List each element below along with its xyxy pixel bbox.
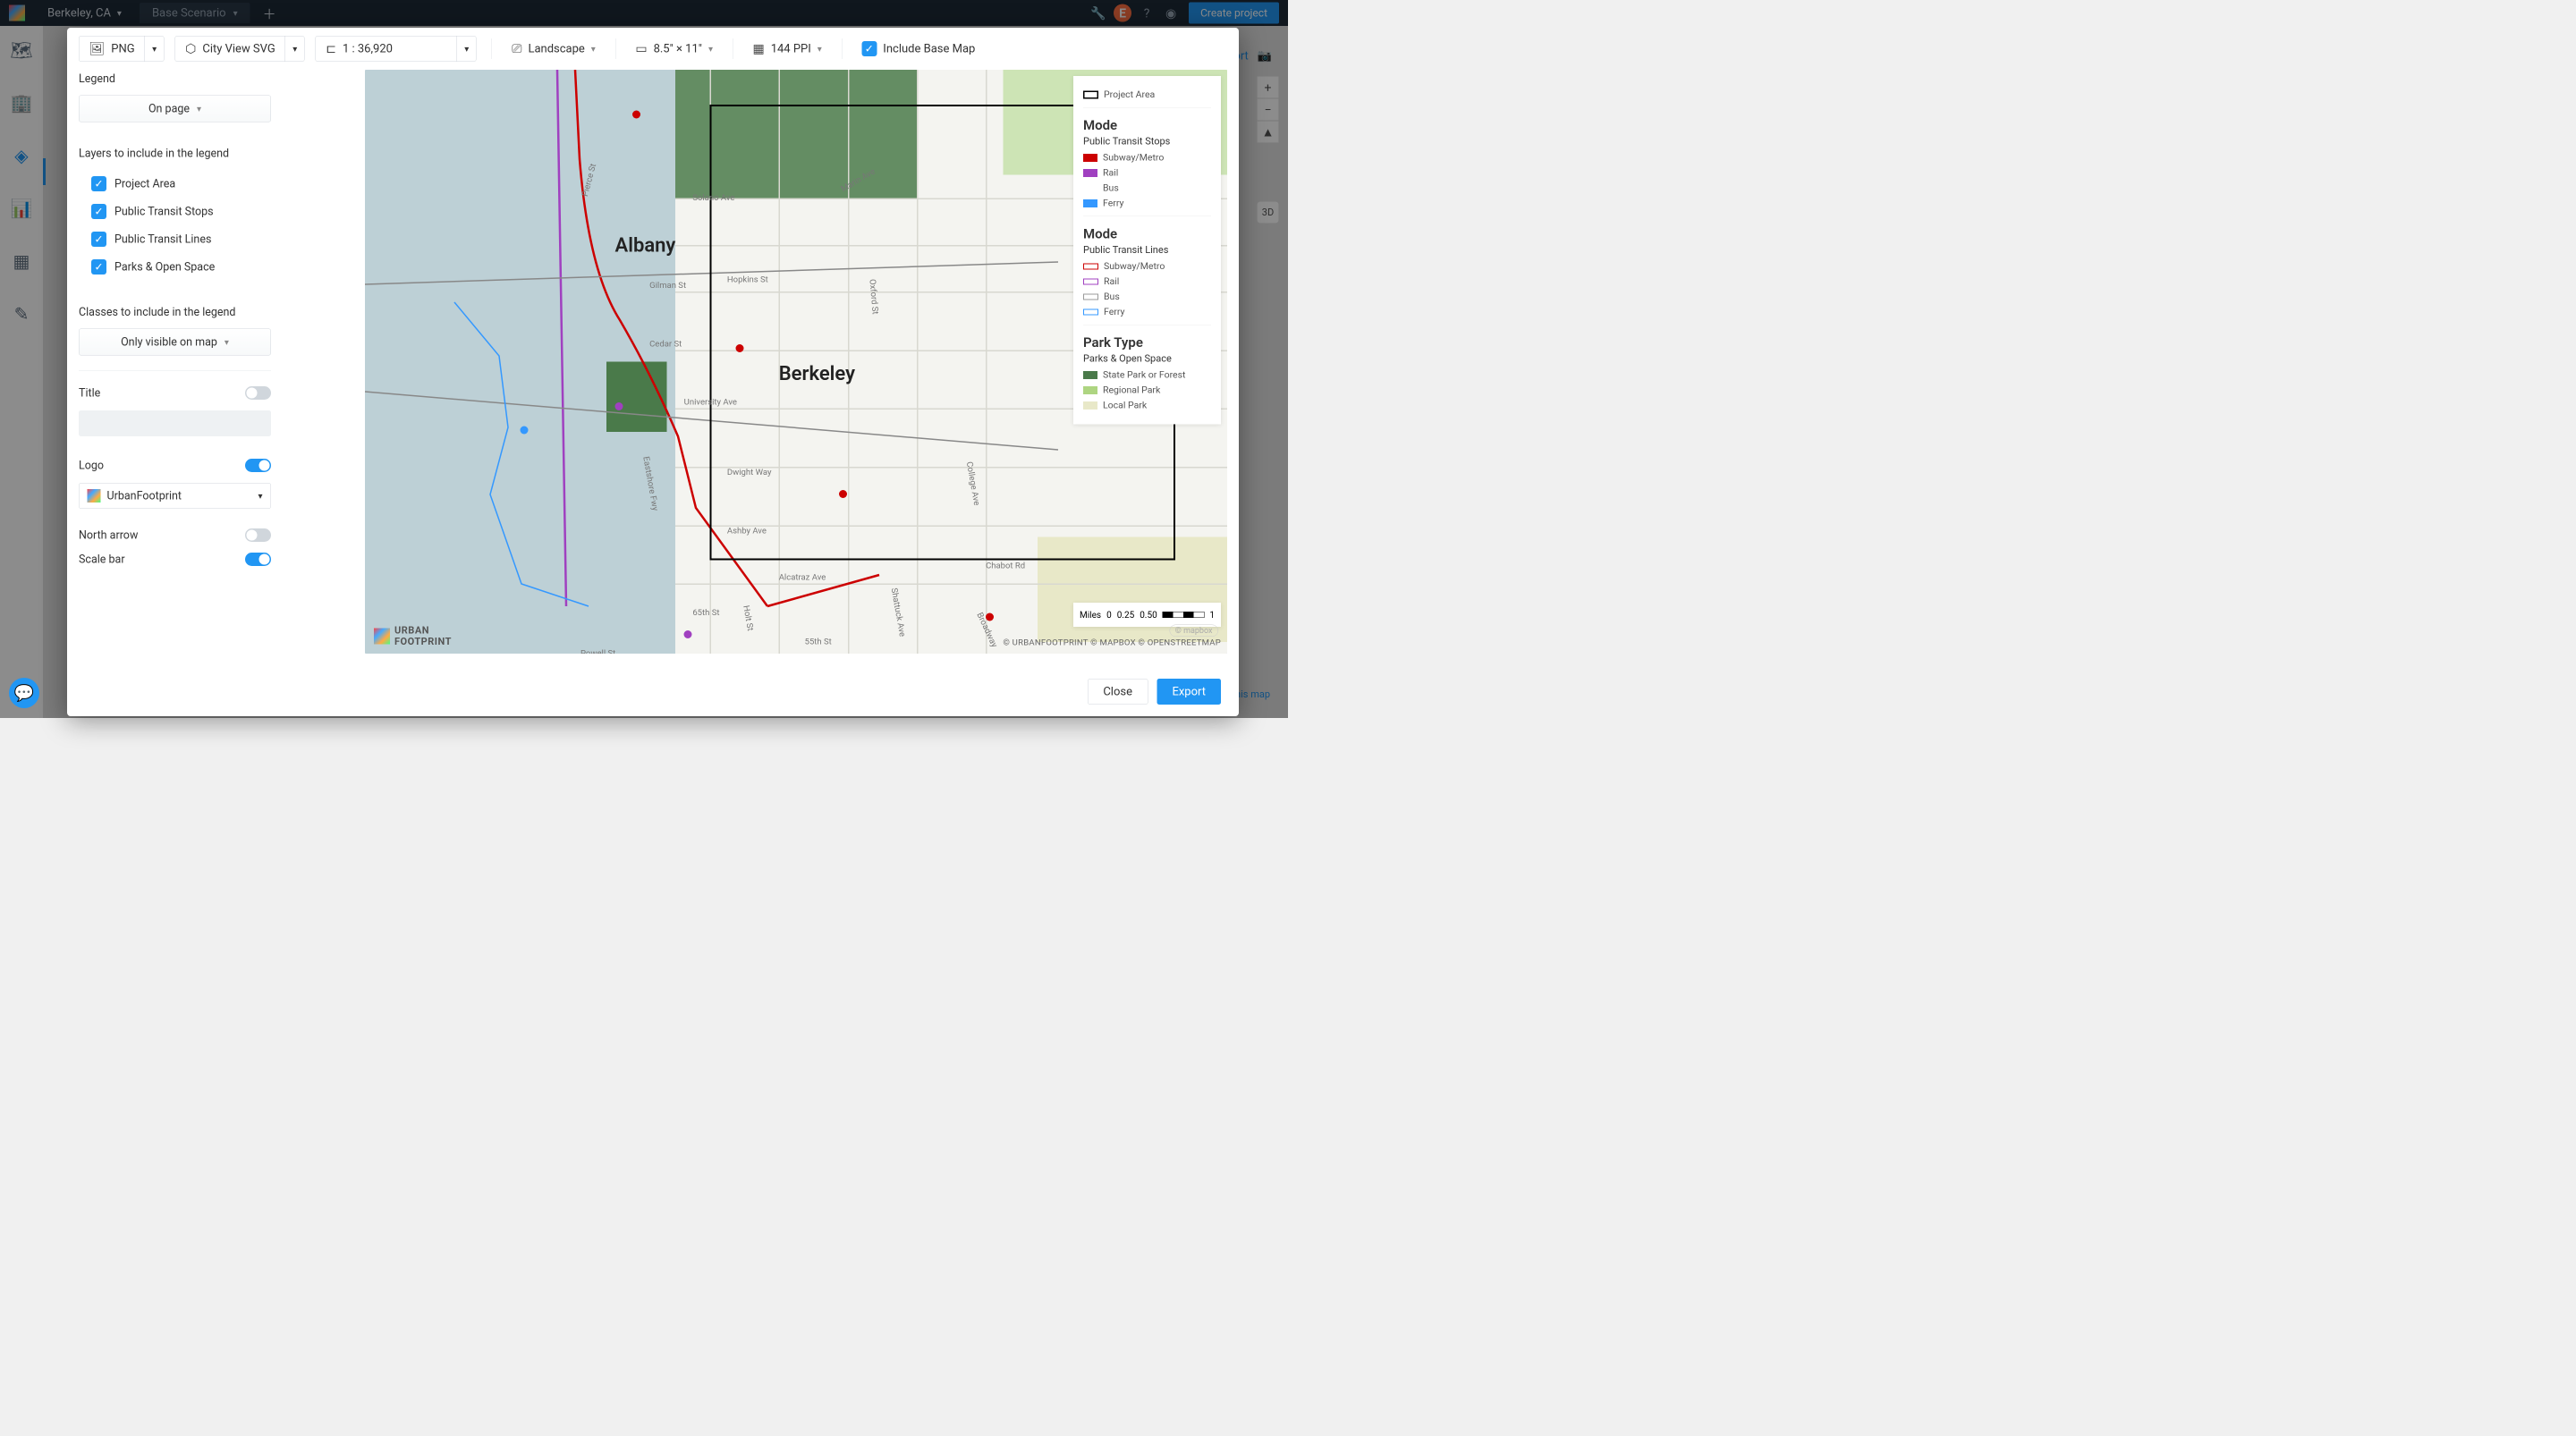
format-select[interactable]: 🖼 PNG ▾ bbox=[79, 36, 165, 62]
filter-icon: ⊏ bbox=[326, 41, 336, 56]
image-icon: 🖼 bbox=[89, 41, 106, 56]
layer-checkbox-transit-stops[interactable]: ✓ Public Transit Stops bbox=[79, 198, 347, 225]
export-options-panel: Legend On page ▾ Layers to include in th… bbox=[79, 70, 365, 667]
checkbox-icon: ✓ bbox=[91, 204, 106, 219]
svg-style-select[interactable]: ⬡ City View SVG ▾ bbox=[175, 36, 305, 62]
map-preview: Albany Berkeley Pierce St Solano Ave Mar… bbox=[365, 70, 1227, 654]
layer-checkbox-parks[interactable]: ✓ Parks & Open Space bbox=[79, 253, 347, 281]
page-size-icon: ▭ bbox=[635, 41, 647, 56]
chevron-down-icon: ▾ bbox=[258, 491, 262, 502]
scale-bar-toggle[interactable] bbox=[245, 553, 271, 566]
title-label: Title bbox=[79, 386, 100, 400]
chevron-down-icon: ▾ bbox=[464, 43, 469, 54]
map-attribution: © URBANFOOTPRINT © MAPBOX © OPENSTREETMA… bbox=[1003, 638, 1221, 648]
export-toolbar: 🖼 PNG ▾ ⬡ City View SVG ▾ ⊏ 1 : 36,920 ▾ bbox=[67, 28, 1239, 70]
include-basemap-toggle[interactable]: ✓ Include Base Map bbox=[857, 41, 979, 56]
title-input[interactable] bbox=[79, 410, 271, 436]
hexagon-icon: ⬡ bbox=[185, 41, 196, 56]
export-button[interactable]: Export bbox=[1157, 679, 1221, 705]
logo-select[interactable]: UrbanFootprint ▾ bbox=[79, 483, 271, 509]
checkbox-icon: ✓ bbox=[91, 232, 106, 247]
layer-checkbox-transit-lines[interactable]: ✓ Public Transit Lines bbox=[79, 225, 347, 253]
orientation-select[interactable]: ⎚ Landscape ▾ bbox=[507, 41, 600, 56]
chevron-down-icon: ▾ bbox=[152, 43, 157, 54]
chevron-down-icon: ▾ bbox=[292, 43, 297, 54]
modal-footer: Close Export bbox=[67, 667, 1239, 716]
map-legend: Project Area Mode Public Transit Stops S… bbox=[1073, 76, 1221, 425]
resolution-icon: ▦ bbox=[752, 41, 764, 56]
logo-label: Logo bbox=[79, 459, 104, 472]
chevron-down-icon: ▾ bbox=[197, 104, 201, 114]
north-arrow-toggle[interactable] bbox=[245, 528, 271, 542]
city-label-albany: Albany bbox=[615, 233, 676, 257]
legend-position-select[interactable]: On page ▾ bbox=[79, 96, 271, 122]
chevron-down-icon: ▾ bbox=[708, 43, 713, 54]
orientation-icon: ⎚ bbox=[512, 41, 521, 56]
intercom-launcher[interactable]: 💬 bbox=[9, 678, 39, 708]
chevron-down-icon: ▾ bbox=[818, 43, 822, 54]
dpi-select[interactable]: ▦ 144 PPI ▾ bbox=[748, 41, 826, 56]
checkbox-icon: ✓ bbox=[861, 41, 877, 56]
scale-select[interactable]: ⊏ 1 : 36,920 ▾ bbox=[316, 36, 477, 62]
checkbox-icon: ✓ bbox=[91, 259, 106, 275]
title-toggle[interactable] bbox=[245, 386, 271, 400]
map-scale-bar: Miles 0 0.25 0.50 1 bbox=[1073, 603, 1221, 627]
mapbox-logo: © mapbox bbox=[1169, 625, 1218, 638]
classes-select[interactable]: Only visible on map ▾ bbox=[79, 329, 271, 356]
chevron-down-icon: ▾ bbox=[591, 43, 596, 54]
logo-toggle[interactable] bbox=[245, 459, 271, 472]
city-label-berkeley: Berkeley bbox=[779, 362, 855, 385]
paper-size-select[interactable]: ▭ 8.5" × 11" ▾ bbox=[631, 41, 717, 56]
logo-icon bbox=[88, 489, 101, 503]
classes-section-label: Classes to include in the legend bbox=[79, 306, 347, 319]
divider bbox=[79, 371, 271, 372]
legend-section-label: Legend bbox=[79, 72, 347, 86]
uf-logo: URBAN FOOTPRINT bbox=[374, 625, 452, 647]
checkbox-icon: ✓ bbox=[91, 176, 106, 191]
layers-section-label: Layers to include in the legend bbox=[79, 148, 347, 161]
chevron-down-icon: ▾ bbox=[225, 337, 229, 348]
export-modal: 🖼 PNG ▾ ⬡ City View SVG ▾ ⊏ 1 : 36,920 ▾ bbox=[67, 28, 1239, 716]
north-arrow-label: North arrow bbox=[79, 528, 138, 542]
layer-checkbox-project-area[interactable]: ✓ Project Area bbox=[79, 170, 347, 198]
close-button[interactable]: Close bbox=[1088, 679, 1148, 705]
scale-bar-label: Scale bar bbox=[79, 553, 125, 566]
